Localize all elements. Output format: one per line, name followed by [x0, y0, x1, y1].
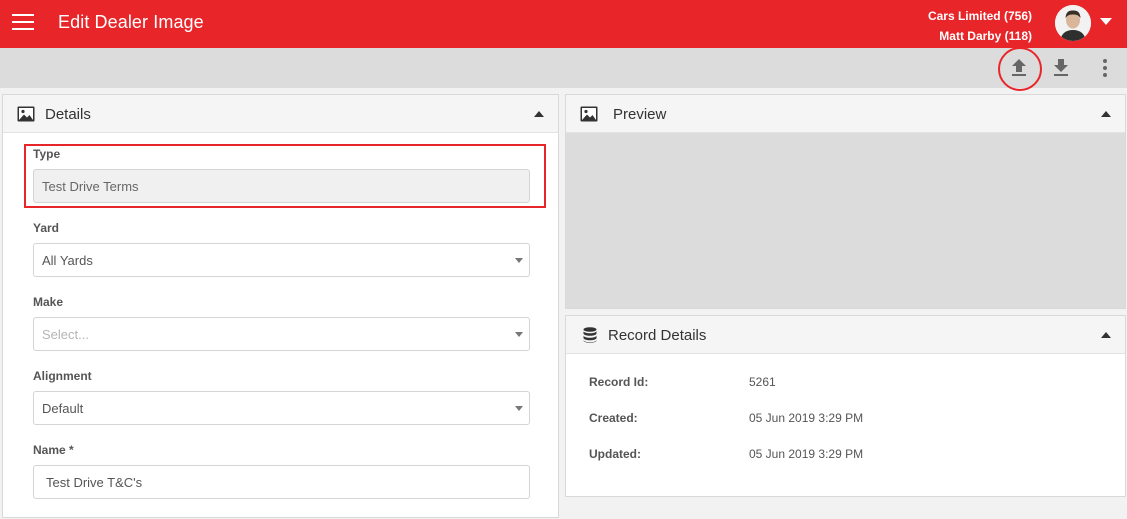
chevron-down-icon [515, 332, 523, 337]
image-icon [17, 106, 35, 122]
record-id-label: Record Id: [589, 375, 649, 389]
yard-label: Yard [33, 221, 60, 235]
image-icon [580, 106, 598, 122]
name-label: Name * [33, 443, 74, 457]
download-button[interactable] [1045, 52, 1077, 84]
preview-panel-header[interactable]: Preview [566, 95, 1125, 133]
hamburger-menu-icon[interactable] [12, 13, 34, 31]
preview-image-area [566, 133, 1125, 308]
preview-panel: Preview [565, 94, 1126, 309]
preview-panel-title: Preview [613, 106, 667, 123]
type-label: Type [33, 147, 61, 161]
created-label: Created: [589, 411, 638, 425]
more-options-button[interactable] [1089, 52, 1121, 84]
chevron-down-icon [515, 258, 523, 263]
company-name: Cars Limited (756) [927, 9, 1032, 23]
action-toolbar [0, 48, 1127, 88]
record-id-value: 5261 [749, 375, 776, 389]
details-panel: Details Type Test Drive Terms Yard All Y… [2, 94, 559, 518]
collapse-caret-icon[interactable] [1101, 332, 1111, 338]
account-info: Cars Limited (756) Matt Darby (118) [928, 6, 1032, 46]
created-value: 05 Jun 2019 3:29 PM [749, 411, 864, 425]
name-input[interactable]: Test Drive T&C's [33, 465, 530, 499]
details-panel-title: Details [45, 106, 91, 123]
page-title: Edit Dealer Image [58, 12, 204, 32]
make-select[interactable]: Select... [33, 317, 530, 351]
alignment-select-value: Default [42, 401, 84, 416]
account-menu-chevron-down-icon[interactable] [1100, 18, 1112, 25]
alignment-label: Alignment [33, 369, 92, 383]
yard-select-value: All Yards [42, 253, 93, 268]
record-details-panel: Record Details Record Id: 5261 Created: … [565, 315, 1126, 497]
details-panel-header[interactable]: Details [3, 95, 558, 133]
collapse-caret-icon[interactable] [1101, 111, 1111, 117]
type-field: Test Drive Terms [33, 169, 530, 203]
updated-label: Updated: [589, 447, 641, 461]
chevron-down-icon [515, 406, 523, 411]
user-name: Matt Darby (118) [939, 29, 1032, 43]
app-header: Edit Dealer Image Cars Limited (756) Mat… [0, 0, 1127, 48]
upload-button[interactable] [1003, 52, 1035, 84]
record-details-panel-header[interactable]: Record Details [566, 316, 1125, 354]
record-details-panel-title: Record Details [608, 327, 707, 344]
yard-select[interactable]: All Yards [33, 243, 530, 277]
upload-icon [1012, 59, 1026, 76]
collapse-caret-icon[interactable] [534, 111, 544, 117]
database-icon [583, 327, 597, 343]
updated-value: 05 Jun 2019 3:29 PM [749, 447, 864, 461]
download-icon [1054, 59, 1068, 76]
make-label: Make [33, 295, 64, 309]
make-select-placeholder: Select... [42, 327, 89, 342]
alignment-select[interactable]: Default [33, 391, 530, 425]
more-vertical-icon [1103, 59, 1107, 77]
avatar[interactable] [1055, 5, 1091, 41]
